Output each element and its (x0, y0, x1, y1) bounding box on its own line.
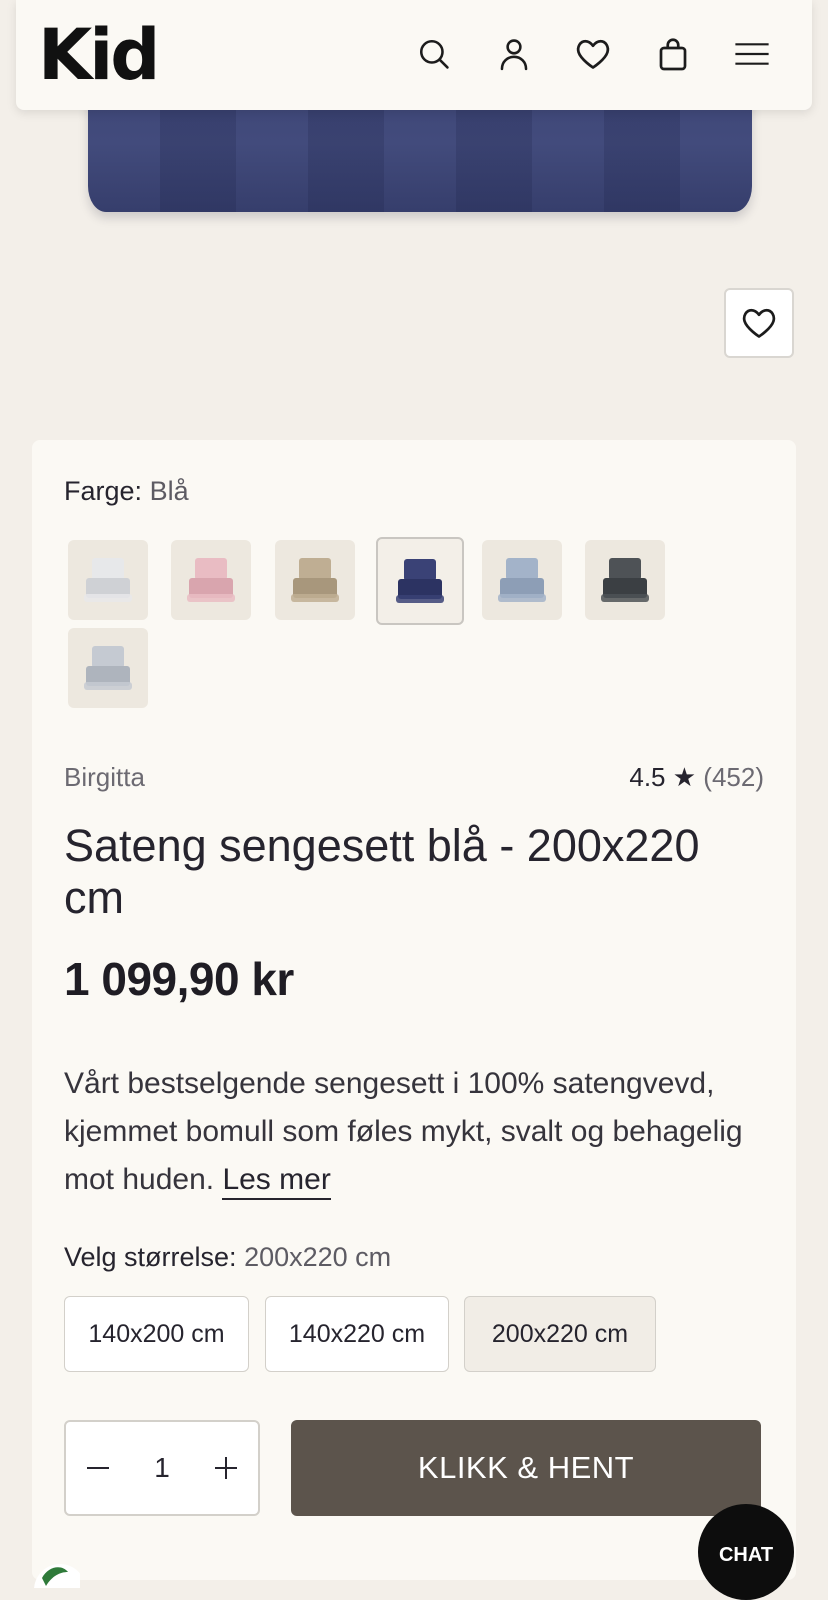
cart-button[interactable] (653, 34, 693, 74)
size-label: Velg størrelse: (64, 1242, 237, 1272)
size-option-140x200[interactable]: 140x200 cm (64, 1296, 249, 1372)
description-text: Vårt bestselgende sengesett i 100% saten… (64, 1067, 743, 1196)
leaf-icon (34, 1564, 80, 1588)
size-selection-label: Velg størrelse: 200x220 cm (64, 1242, 391, 1273)
product-info-card: Farge: Blå Birgitta 4.5 ★ (452) Sateng s… (32, 440, 796, 1580)
plus-icon (214, 1457, 237, 1479)
cart-icon (659, 38, 687, 71)
brand-name[interactable]: Birgitta (64, 762, 145, 793)
click-and-collect-button[interactable]: KLIKK & HENT (291, 1420, 761, 1516)
read-more-link[interactable]: Les mer (222, 1163, 331, 1200)
product-price: 1 099,90 kr (64, 953, 294, 1005)
search-icon (419, 39, 449, 69)
color-swatch-2[interactable] (171, 540, 251, 620)
wishlist-button[interactable] (573, 34, 613, 74)
bedding-thumbnail (601, 556, 649, 604)
color-swatch-3[interactable] (275, 540, 355, 620)
quantity-value[interactable]: 1 (154, 1452, 170, 1484)
bedding-thumbnail (396, 557, 444, 605)
quantity-stepper: 1 (64, 1420, 260, 1516)
size-option-200x220[interactable]: 200x220 cm (464, 1296, 656, 1372)
heart-icon (742, 308, 776, 338)
color-swatch-6[interactable] (585, 540, 665, 620)
minus-icon (87, 1467, 109, 1469)
decrease-quantity-button[interactable] (66, 1422, 130, 1514)
review-count: (452) (703, 762, 764, 792)
account-button[interactable] (494, 34, 534, 74)
color-label: Farge: (64, 476, 143, 506)
bedding-thumbnail (187, 556, 235, 604)
product-title: Sateng sengesett blå - 200x220 cm (64, 820, 700, 923)
size-value: 200x220 cm (244, 1242, 392, 1272)
color-swatch-5[interactable] (482, 540, 562, 620)
menu-icon (735, 43, 769, 65)
product-description: Vårt bestselgende sengesett i 100% saten… (64, 1060, 764, 1204)
color-swatch-4[interactable] (376, 537, 464, 625)
increase-quantity-button[interactable] (194, 1422, 258, 1514)
kid-logo[interactable]: Kid (38, 20, 160, 90)
size-option-140x220[interactable]: 140x220 cm (265, 1296, 449, 1372)
bedding-thumbnail (84, 556, 132, 604)
color-value: Blå (149, 476, 189, 506)
account-icon (500, 39, 528, 71)
search-button[interactable] (414, 34, 454, 74)
bedding-thumbnail (84, 644, 132, 692)
site-header: Kid (16, 0, 812, 110)
wishlist-icon (576, 39, 610, 69)
chat-button[interactable]: CHAT (698, 1504, 794, 1600)
bedding-thumbnail (498, 556, 546, 604)
star-icon: ★ (672, 762, 697, 792)
menu-button[interactable] (732, 34, 772, 74)
add-to-wishlist-button[interactable] (724, 288, 794, 358)
rating-value: 4.5 (629, 762, 666, 792)
product-rating[interactable]: 4.5 ★ (452) (629, 762, 764, 793)
color-swatch-1[interactable] (68, 540, 148, 620)
color-swatch-7[interactable] (68, 628, 148, 708)
color-selection-label: Farge: Blå (64, 476, 189, 507)
bedding-thumbnail (291, 556, 339, 604)
